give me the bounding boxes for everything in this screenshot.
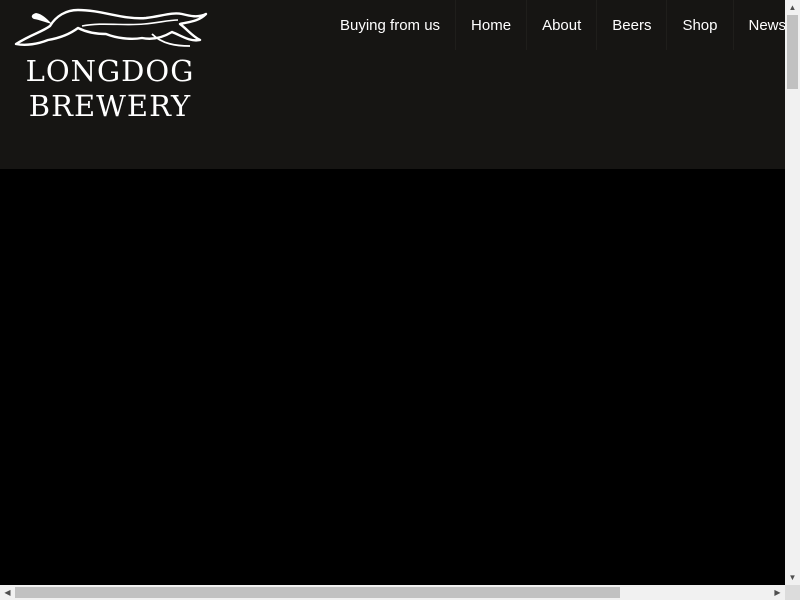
scroll-right-arrow-icon[interactable]: ▶	[770, 585, 785, 600]
brand-name-line-2: BREWERY	[28, 89, 192, 123]
nav-item-beers[interactable]: Beers	[596, 0, 666, 50]
vertical-scrollbar[interactable]: ▲ ▼	[785, 0, 800, 585]
nav-item-home[interactable]: Home	[455, 0, 526, 50]
hero-area	[0, 169, 785, 585]
site-header: LONGDOG BREWERY Buying from us Home Abou…	[0, 0, 785, 169]
scroll-left-arrow-icon[interactable]: ◀	[0, 585, 15, 600]
page-viewport: LONGDOG BREWERY Buying from us Home Abou…	[0, 0, 785, 585]
scrollbar-corner	[785, 585, 800, 600]
nav-item-shop[interactable]: Shop	[666, 0, 732, 50]
horizontal-scrollbar-thumb[interactable]	[15, 587, 620, 598]
main-navigation: Buying from us Home About Beers Shop New…	[325, 0, 785, 50]
greyhound-logo-icon	[14, 8, 208, 47]
brand-logo-link[interactable]: LONGDOG BREWERY	[12, 4, 208, 124]
nav-item-about[interactable]: About	[526, 0, 596, 50]
nav-item-buying-from-us[interactable]: Buying from us	[325, 0, 455, 50]
scroll-up-arrow-icon[interactable]: ▲	[785, 0, 800, 15]
scroll-down-arrow-icon[interactable]: ▼	[785, 570, 800, 585]
horizontal-scrollbar[interactable]: ◀ ▶	[0, 585, 785, 600]
vertical-scrollbar-thumb[interactable]	[787, 15, 798, 89]
nav-item-news[interactable]: News	[732, 0, 785, 50]
brand-name-line-1: LONGDOG	[25, 54, 195, 88]
